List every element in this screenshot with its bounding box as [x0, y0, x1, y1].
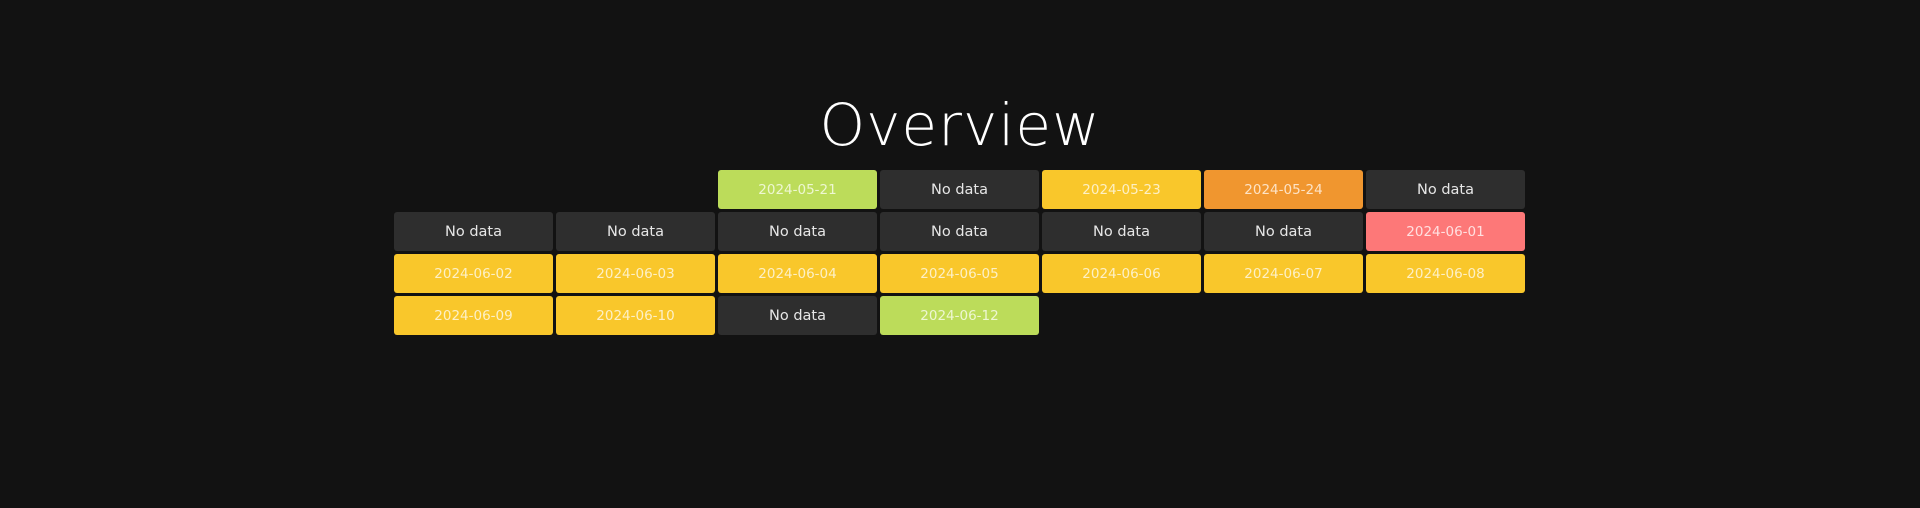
calendar-day-cell[interactable]: 2024-06-10: [556, 296, 715, 335]
calendar-cell-no-data: No data: [880, 170, 1039, 209]
calendar-cell-no-data: No data: [1042, 212, 1201, 251]
calendar-day-cell[interactable]: 2024-06-06: [1042, 254, 1201, 293]
calendar-cell-no-data: No data: [556, 212, 715, 251]
calendar-grid: 2024-05-21 No data 2024-05-23 2024-05-24 No …: [394, 170, 1526, 335]
calendar-day-cell[interactable]: 2024-06-02: [394, 254, 553, 293]
calendar-day-cell[interactable]: 2024-06-12: [880, 296, 1039, 335]
calendar-day-cell[interactable]: 2024-06-09: [394, 296, 553, 335]
calendar-cell-no-data: No data: [718, 296, 877, 335]
calendar-cell-no-data: No data: [718, 212, 877, 251]
calendar-day-cell[interactable]: 2024-06-03: [556, 254, 715, 293]
page: Overview 2024-05-21 No data 2024-05-23 2024…: [0, 0, 1920, 508]
calendar-day-cell[interactable]: 2024-06-08: [1366, 254, 1525, 293]
calendar-empty-cell: [394, 170, 553, 209]
calendar-day-cell[interactable]: 2024-06-05: [880, 254, 1039, 293]
calendar-day-cell[interactable]: 2024-05-24: [1204, 170, 1363, 209]
calendar-day-cell[interactable]: 2024-05-23: [1042, 170, 1201, 209]
calendar-day-cell[interactable]: 2024-06-01: [1366, 212, 1525, 251]
calendar-day-cell[interactable]: 2024-06-04: [718, 254, 877, 293]
calendar-cell-no-data: No data: [1204, 212, 1363, 251]
calendar-day-cell[interactable]: 2024-05-21: [718, 170, 877, 209]
calendar-empty-cell: [556, 170, 715, 209]
calendar-cell-no-data: No data: [880, 212, 1039, 251]
page-title: Overview: [819, 91, 1101, 159]
calendar-day-cell[interactable]: 2024-06-07: [1204, 254, 1363, 293]
calendar-cell-no-data: No data: [394, 212, 553, 251]
calendar-cell-no-data: No data: [1366, 170, 1525, 209]
